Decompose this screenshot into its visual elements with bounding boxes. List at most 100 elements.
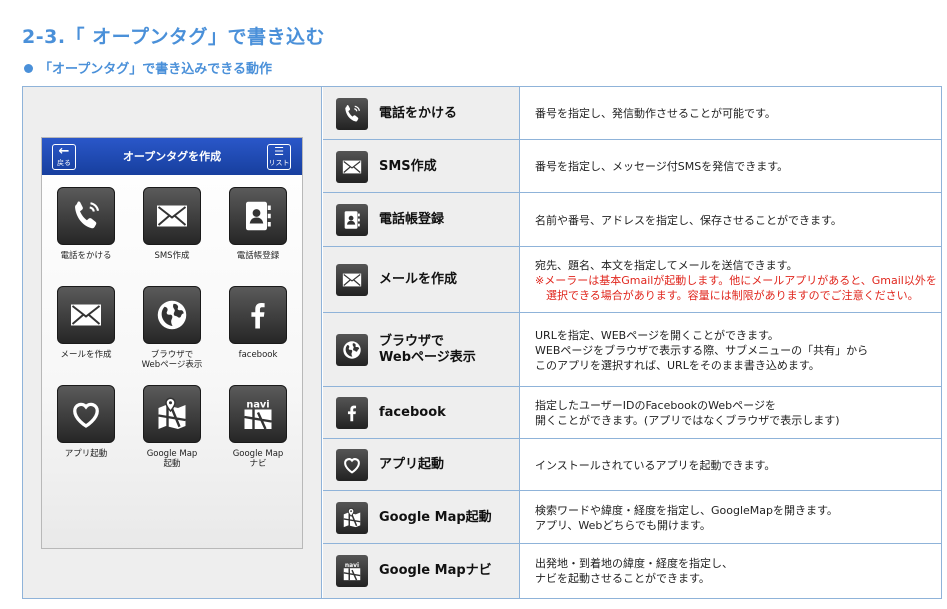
description-line: 開くことができます。(アプリではなくブラウザで表示します) <box>535 414 840 427</box>
description-line: 指定したユーザーIDのFacebookのWebページを <box>535 399 776 412</box>
action-row: navi Google Mapナビ 出発地・到着地の緯度・経度を指定し、 ナビを起動さ… <box>323 544 941 598</box>
app-tile[interactable]: navi Google Map ナビ <box>215 385 301 469</box>
warning-note-line: ※メーラーは基本Gmailが起動します。他にメールアプリがあると、Gmail以外… <box>535 273 937 287</box>
action-description: 出発地・到着地の緯度・経度を指定し、 ナビを起動させることができます。 <box>535 556 733 586</box>
action-name-cell: 電話帳登録 <box>323 193 520 246</box>
action-name-cell: Google Map起動 <box>323 491 520 543</box>
action-name: アプリ起動 <box>379 457 445 472</box>
app-tile[interactable]: 電話帳登録 <box>215 187 301 261</box>
action-name: メールを作成 <box>379 272 458 287</box>
description-line: アプリ、Webどちらでも開けます。 <box>535 518 711 532</box>
navi-icon: navi <box>229 385 287 443</box>
description-line: 番号を指定し、発信動作させることが可能です。 <box>535 107 776 120</box>
svg-text:navi: navi <box>246 399 269 410</box>
map-icon <box>336 501 368 534</box>
globe-icon <box>143 286 201 344</box>
action-name-cell: SMS作成 <box>323 140 520 192</box>
back-arrow-icon: ← <box>58 144 70 159</box>
action-description: 名前や番号、アドレスを指定し、保存させることができます。 <box>535 213 842 228</box>
navi-icon: navi <box>336 555 368 587</box>
app-tile[interactable]: ブラウザで Webページ表示 <box>129 286 215 370</box>
description-line: インストールされているアプリを起動できます。 <box>535 458 776 472</box>
app-tile[interactable]: Google Map 起動 <box>129 385 215 469</box>
action-name: 電話帳登録 <box>379 212 445 227</box>
description-line: 宛先、題名、本文を指定してメールを送信できます。 <box>535 258 798 272</box>
action-name-cell: navi Google Mapナビ <box>323 544 520 598</box>
app-tile-label: メールを作成 <box>60 350 112 360</box>
action-row: Google Map起動 検索ワードや緯度・経度を指定し、GoogleMapを開き… <box>323 491 941 544</box>
list-button[interactable]: ☰ リスト <box>267 144 291 170</box>
app-tile-label: ブラウザで Webページ表示 <box>141 350 203 370</box>
app-tile[interactable]: アプリ起動 <box>43 385 129 459</box>
svg-text:navi: navi <box>345 562 359 569</box>
action-description: 検索ワードや緯度・経度を指定し、GoogleMapを開きます。 アプリ、Webどち… <box>535 503 838 533</box>
envelope-icon <box>336 264 368 296</box>
description-line: 番号を指定し、メッセージ付SMSを発信できます。 <box>535 160 789 173</box>
facebook-icon <box>336 397 368 429</box>
address-book-icon <box>336 204 368 236</box>
action-name-cell: facebook <box>323 387 520 438</box>
action-name-cell: メールを作成 <box>323 247 520 312</box>
action-row: アプリ起動 インストールされているアプリを起動できます。 <box>323 439 941 491</box>
envelope-icon <box>143 187 201 245</box>
app-tile[interactable]: メールを作成 <box>43 286 129 360</box>
address-book-icon <box>229 187 287 245</box>
action-name: Google Map起動 <box>379 509 492 525</box>
app-tile[interactable]: 電話をかける <box>43 187 129 261</box>
description-line: 名前や番号、アドレスを指定し、保存させることができます。 <box>535 213 842 227</box>
phone-screen: ← 戻る オープンタグを作成 ☰ リスト 電話をかける SMS作成 電話帳登録メール… <box>41 137 303 549</box>
section-subtitle-text: 「オープンタグ」で書き込みできる動作 <box>39 62 272 77</box>
page-title: 2-3.「 オープンタグ」で書き込む <box>22 26 326 48</box>
app-tile-label: アプリ起動 <box>64 449 108 459</box>
envelope-icon <box>336 150 368 183</box>
action-row: SMS作成 番号を指定し、メッセージ付SMSを発信できます。 <box>323 140 941 193</box>
facebook-icon <box>229 286 287 344</box>
app-tile-label: Google Map ナビ <box>232 449 284 469</box>
action-name: ブラウザで Webページ表示 <box>379 334 476 365</box>
action-row: ブラウザで Webページ表示 URLを指定、WEBページを開くことができます。 WE… <box>323 313 941 387</box>
globe-icon <box>336 334 368 366</box>
action-description: URLを指定、WEBページを開くことができます。 WEBページをブラウザで表示する… <box>535 328 868 373</box>
description-line: このアプリを選択すれば、URLをそのまま書き込めます。 <box>535 358 820 372</box>
app-tile[interactable]: SMS作成 <box>129 187 215 261</box>
app-tile[interactable]: facebook <box>215 286 301 360</box>
app-tile-label: 電話帳登録 <box>236 251 280 261</box>
phone-preview-panel: ← 戻る オープンタグを作成 ☰ リスト 電話をかける SMS作成 電話帳登録メール… <box>23 87 322 598</box>
back-button[interactable]: ← 戻る <box>52 144 76 170</box>
action-description: 指定したユーザーIDのFacebookのWebページを開くことができます。(アプ… <box>535 398 839 428</box>
action-description: 宛先、題名、本文を指定してメールを送信できます。 ※メーラーは基本Gmailが起動… <box>535 258 937 303</box>
action-description: インストールされているアプリを起動できます。 <box>535 458 775 473</box>
action-description: 番号を指定し、メッセージ付SMSを発信できます。 <box>535 159 788 174</box>
app-tile-label: Google Map 起動 <box>146 449 198 469</box>
app-tile-label: facebook <box>238 350 278 360</box>
action-name: Google Mapナビ <box>379 563 492 578</box>
description-line: 検索ワードや緯度・経度を指定し、GoogleMapを開きます。 <box>535 503 838 517</box>
phone-screen-title: オープンタグを作成 <box>122 150 222 163</box>
heart-icon <box>336 449 368 481</box>
envelope-icon <box>57 286 115 344</box>
app-tile-label: 電話をかける <box>60 251 112 261</box>
description-line: ナビを起動させることができます。 <box>535 572 710 585</box>
list-button-label: リスト <box>268 159 290 167</box>
section-subtitle: 「オープンタグ」で書き込みできる動作 <box>24 58 272 77</box>
phone-icon <box>336 97 368 130</box>
action-row: 電話帳登録 名前や番号、アドレスを指定し、保存させることができます。 <box>323 193 941 247</box>
description-line: WEBページをブラウザで表示する際、サブメニューの「共有」から <box>535 343 869 357</box>
description-line: URLを指定、WEBページを開くことができます。 <box>535 328 779 342</box>
action-name: 電話をかける <box>379 105 458 121</box>
warning-note-line: 選択できる場合があります。容量には制限がありますのでご注意ください。 <box>535 288 919 302</box>
action-name-cell: アプリ起動 <box>323 439 520 490</box>
action-row: facebook 指定したユーザーIDのFacebookのWebページを開くことが… <box>323 387 941 439</box>
back-button-label: 戻る <box>57 159 71 167</box>
heart-icon <box>57 385 115 443</box>
action-row: メールを作成 宛先、題名、本文を指定してメールを送信できます。 ※メーラーは基本Gm… <box>323 247 941 313</box>
list-icon: ☰ <box>274 145 284 158</box>
action-name: facebook <box>379 405 446 420</box>
app-tile-label: SMS作成 <box>154 251 190 261</box>
action-name-cell: 電話をかける <box>323 87 520 139</box>
phone-icon <box>57 187 115 245</box>
action-row: 電話をかける 番号を指定し、発信動作させることが可能です。 <box>323 87 941 140</box>
action-description: 番号を指定し、発信動作させることが可能です。 <box>535 106 776 121</box>
action-name: SMS作成 <box>379 158 437 174</box>
phone-title-bar: ← 戻る オープンタグを作成 ☰ リスト <box>42 138 302 175</box>
